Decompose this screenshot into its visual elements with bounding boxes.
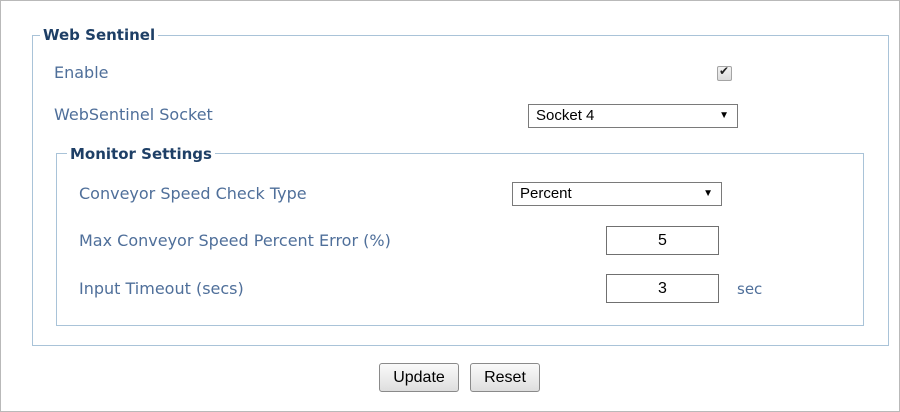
check-type-label: Conveyor Speed Check Type (79, 184, 307, 203)
socket-select-value: Socket 4 (536, 107, 595, 124)
check-type-select-value: Percent (520, 185, 572, 202)
max-error-label: Max Conveyor Speed Percent Error (%) (79, 231, 391, 250)
check-type-select[interactable]: Percent ▼ (512, 182, 722, 206)
reset-button[interactable]: Reset (470, 363, 540, 392)
web-sentinel-legend: Web Sentinel (40, 26, 159, 44)
chevron-down-icon: ▼ (703, 188, 713, 199)
chevron-down-icon: ▼ (719, 110, 729, 121)
checkmark-icon: ✔ (719, 64, 730, 78)
input-timeout-label: Input Timeout (secs) (79, 279, 244, 298)
enable-label: Enable (54, 63, 109, 82)
enable-checkbox[interactable]: ✔ (717, 64, 732, 81)
monitor-settings-legend: Monitor Settings (67, 145, 215, 163)
max-error-input[interactable]: 5 (606, 226, 719, 255)
update-button[interactable]: Update (379, 363, 459, 392)
input-timeout-input[interactable]: 3 (606, 274, 719, 303)
socket-label: WebSentinel Socket (54, 105, 213, 124)
input-timeout-unit: sec (737, 280, 763, 298)
socket-select[interactable]: Socket 4 ▼ (528, 104, 738, 128)
